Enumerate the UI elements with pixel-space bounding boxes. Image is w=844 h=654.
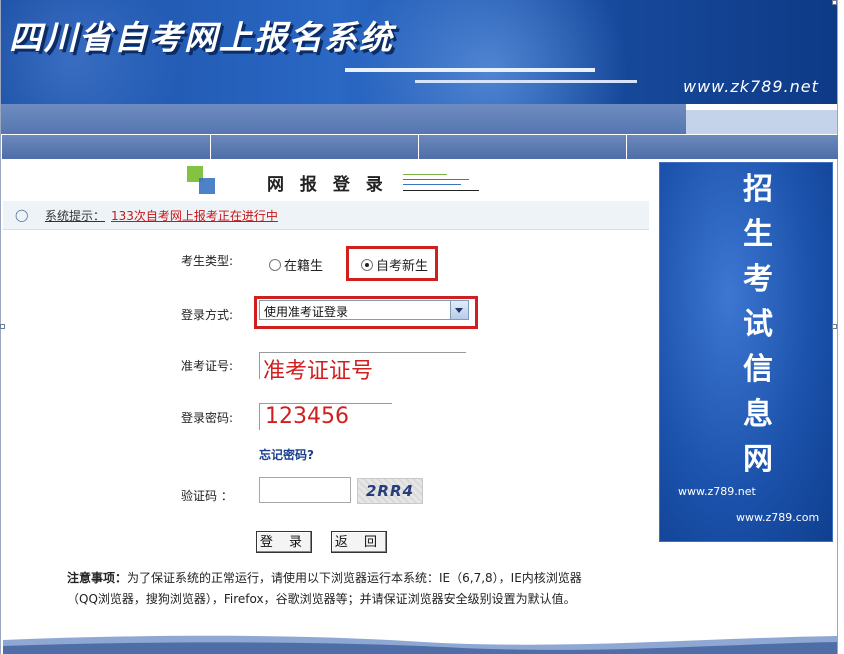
side-url-net: www.z789.net xyxy=(678,485,756,498)
banner-decor-line xyxy=(415,80,637,83)
side-char: 信 xyxy=(743,352,773,387)
ticket-number-hint: 准考证证号 xyxy=(263,359,374,384)
chevron-down-icon[interactable] xyxy=(450,301,468,319)
header-banner: 四川省自考网上报名系统 www.zk789.net xyxy=(1,0,837,104)
login-method-select[interactable]: 使用准考证登录 xyxy=(259,300,469,320)
password-hint: 123456 xyxy=(265,404,349,429)
nav-tab[interactable] xyxy=(626,135,838,159)
side-char: 招 xyxy=(743,172,773,207)
radio-button-selected[interactable] xyxy=(361,258,373,271)
notes-title: 注意事项： xyxy=(67,571,128,585)
nav-tab[interactable] xyxy=(1,135,210,159)
resize-handle[interactable] xyxy=(832,324,837,329)
page-frame: 四川省自考网上报名系统 www.zk789.net 网 报 登 录 ◯ 系统提示… xyxy=(0,0,838,654)
system-notice-bar: ◯ 系统提示： 133次自考网上报考正在进行中 xyxy=(3,201,649,230)
side-url-com: www.z789.com xyxy=(736,511,820,524)
login-logo-icon xyxy=(187,166,217,196)
captcha-label: 验证码 ： xyxy=(181,489,233,503)
captcha-image[interactable]: 2RR4 xyxy=(357,478,423,504)
radio-enrolled[interactable]: 在籍生 xyxy=(269,254,323,274)
captcha-input[interactable] xyxy=(259,477,351,503)
ticket-number-label: 准考证号: xyxy=(181,359,234,373)
nav-strip-end xyxy=(686,110,837,134)
footer-decoration xyxy=(3,635,837,654)
nav-tab[interactable] xyxy=(210,135,418,159)
resize-handle[interactable] xyxy=(832,0,837,5)
notes-text: 为了保证系统的正常运行，请使用以下浏览器运行本系统：IE（6,7,8），IE内核… xyxy=(67,571,582,606)
notes-section: 注意事项：为了保证系统的正常运行，请使用以下浏览器运行本系统：IE（6,7,8）… xyxy=(67,568,587,610)
banner-decor-line xyxy=(345,68,595,72)
nav-strip xyxy=(1,104,686,134)
speech-bubble-icon: ◯ xyxy=(15,208,29,222)
side-char: 试 xyxy=(743,307,773,342)
site-title: 四川省自考网上报名系统 xyxy=(9,18,394,57)
login-title: 网 报 登 录 xyxy=(267,175,388,195)
nav-bar xyxy=(1,104,838,160)
side-panel-title: 招 生 考 试 信 息 网 xyxy=(738,167,778,482)
notice-label: 系统提示： xyxy=(45,209,106,223)
notice-link[interactable]: 133次自考网上报考正在进行中 xyxy=(111,207,278,224)
side-char: 网 xyxy=(743,442,773,477)
login-heading: 网 报 登 录 xyxy=(181,166,481,196)
radio-button[interactable] xyxy=(269,258,281,271)
back-button[interactable]: 返 回 xyxy=(331,531,387,553)
banner-url: www.zk789.net xyxy=(683,77,819,96)
side-char: 息 xyxy=(743,397,773,432)
nav-tab[interactable] xyxy=(418,135,626,159)
resize-handle[interactable] xyxy=(0,324,5,329)
heading-decor-lines xyxy=(403,174,479,194)
side-info-panel: 招 生 考 试 信 息 网 www.z789.net www.z789.com xyxy=(659,162,833,542)
select-value: 使用准考证登录 xyxy=(264,305,349,319)
candidate-type-label: 考生类型: xyxy=(181,254,234,268)
radio-new-candidate[interactable]: 自考新生 xyxy=(361,254,428,274)
side-char: 考 xyxy=(743,262,773,297)
login-button[interactable]: 登 录 xyxy=(256,531,312,553)
forgot-password-link[interactable]: 忘记密码? xyxy=(259,446,314,463)
side-char: 生 xyxy=(743,217,773,252)
password-label: 登录密码: xyxy=(181,411,234,425)
login-method-label: 登录方式: xyxy=(181,308,234,322)
